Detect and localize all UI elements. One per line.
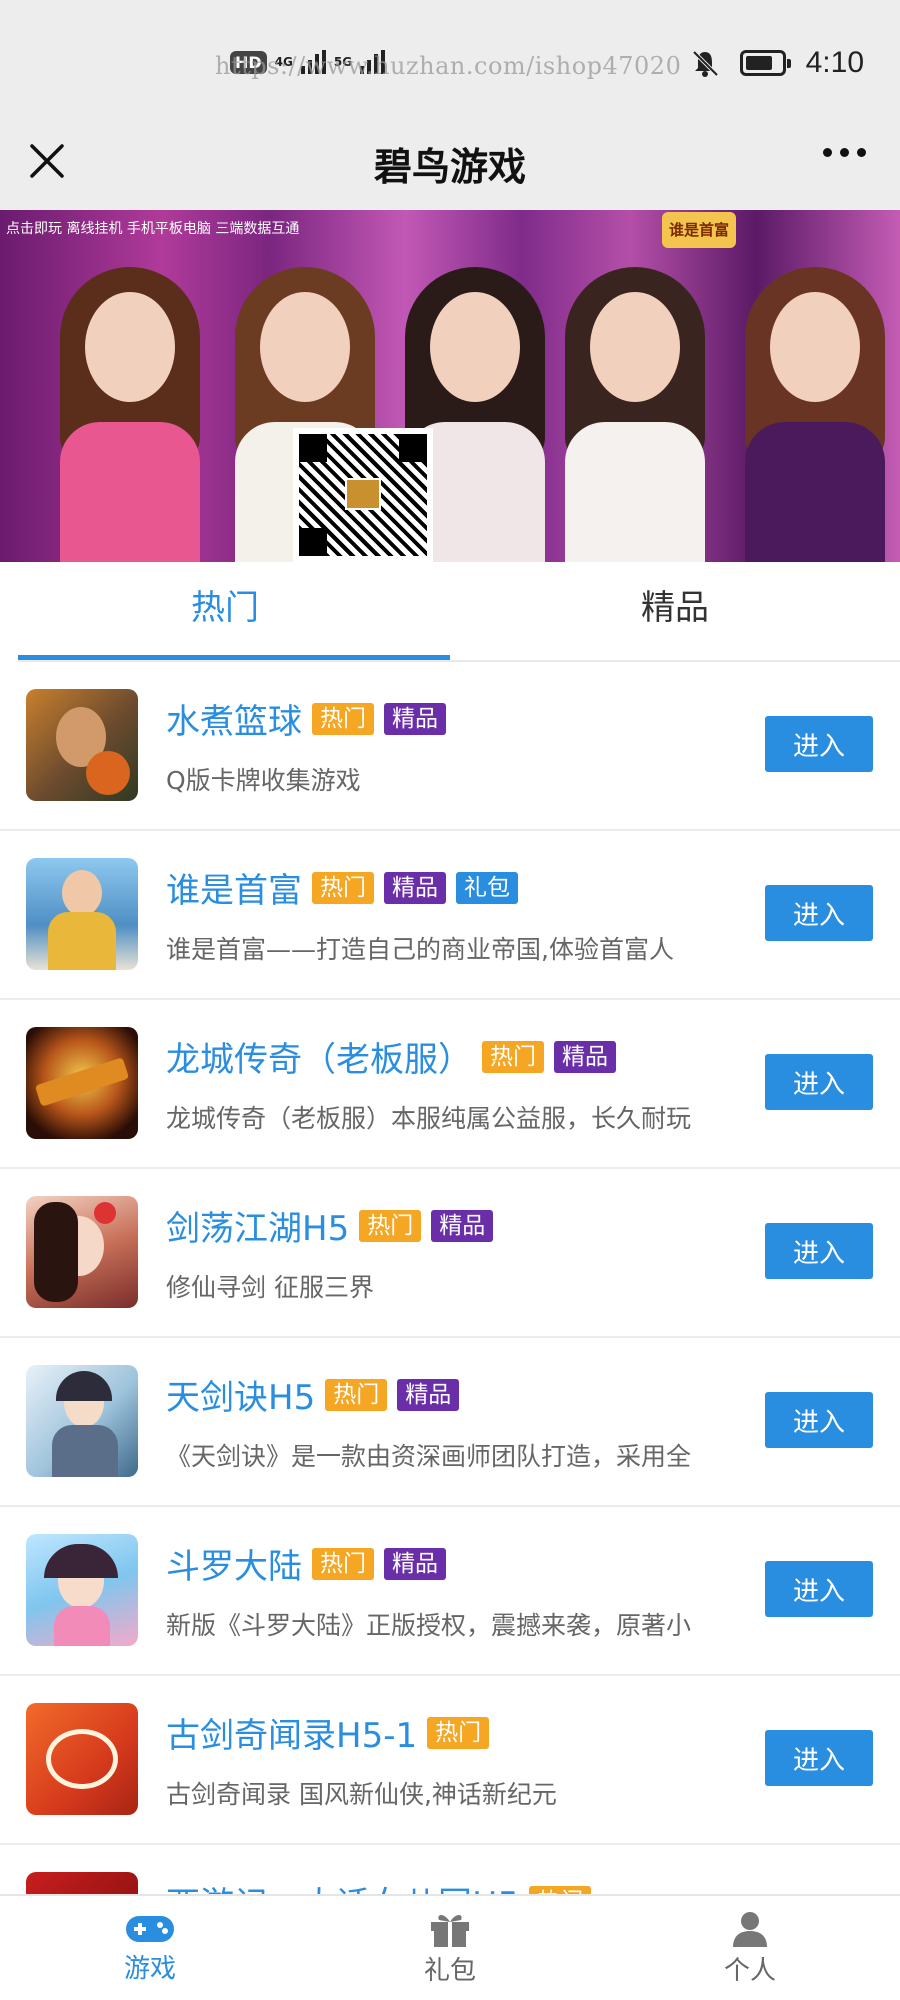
- qr-code: [293, 428, 433, 562]
- tag-featured: 精品: [384, 871, 446, 904]
- tag-featured: 精品: [384, 1547, 446, 1580]
- gamepad-icon: [126, 1915, 174, 1942]
- enter-button[interactable]: 进入: [765, 1730, 873, 1786]
- user-icon: [733, 1911, 767, 1947]
- game-name[interactable]: 水煮篮球: [166, 694, 302, 743]
- game-description: 新版《斗罗大陆》正版授权，震撼来袭，原著小: [166, 1611, 692, 1640]
- bottom-nav-label: 礼包: [423, 1955, 476, 1986]
- game-icon-sky-sword: [26, 1365, 138, 1477]
- game-icon-richest: [26, 858, 138, 970]
- enter-button[interactable]: 进入: [765, 1392, 873, 1448]
- page-title: 碧鸟游戏: [373, 147, 526, 189]
- list-item[interactable]: 水煮篮球 热门 精品 Q版卡牌收集游戏 进入: [0, 662, 900, 831]
- game-icon-douluo: [26, 1534, 138, 1646]
- game-name[interactable]: 剑荡江湖H5: [166, 1201, 349, 1250]
- game-description: 龙城传奇（老板服）本服纯属公益服，长久耐玩: [166, 1104, 692, 1133]
- game-description: 古剑奇闻录 国风新仙侠,神话新纪元: [166, 1780, 557, 1809]
- bottom-nav-label: 个人: [723, 1955, 776, 1986]
- banner-character-1: [40, 252, 220, 562]
- enter-button[interactable]: 进入: [765, 1223, 873, 1279]
- bottom-nav: 游戏 礼包 个人: [0, 1894, 900, 2000]
- tag-hot: 热门: [325, 1378, 388, 1411]
- tag-hot: 热门: [359, 1209, 422, 1242]
- tag-gift: 礼包: [456, 871, 518, 904]
- game-name[interactable]: 龙城传奇（老板服）: [166, 1032, 472, 1081]
- tag-hot: 热门: [427, 1716, 490, 1749]
- tag-hot: 热门: [312, 702, 374, 735]
- banner-character-5: [725, 252, 900, 562]
- list-item[interactable]: 谁是首富 热门 精品 礼包 谁是首富——打造自己的商业帝国,体验首富人 进入: [0, 831, 900, 1000]
- battery-icon: [739, 50, 791, 76]
- list-item[interactable]: 龙城传奇（老板服） 热门 精品 龙城传奇（老板服）本服纯属公益服，长久耐玩 进入: [0, 1000, 900, 1169]
- game-icon-ancient-sword: [26, 1703, 138, 1815]
- promo-banner[interactable]: 点击即玩 离线挂机 手机平板电脑 三端数据互通 谁是首富: [0, 210, 900, 562]
- game-name[interactable]: 谁是首富: [166, 863, 302, 912]
- tab-hot[interactable]: 热门: [0, 562, 450, 662]
- status-bar: HD 4G 5G https://www.huzhan.com/ishop470…: [0, 0, 900, 130]
- game-icon-basketball: [26, 689, 138, 801]
- game-description: 谁是首富——打造自己的商业帝国,体验首富人: [166, 935, 674, 964]
- clock: 4:10: [805, 46, 864, 79]
- tab-featured[interactable]: 精品: [450, 562, 900, 662]
- game-description: Q版卡牌收集游戏: [166, 766, 361, 795]
- tag-hot: 热门: [312, 1547, 374, 1580]
- tag-featured: 精品: [554, 1040, 616, 1073]
- banner-character-4: [545, 252, 725, 562]
- banner-logo: 谁是首富: [662, 212, 736, 248]
- game-list: 水煮篮球 热门 精品 Q版卡牌收集游戏 进入 谁是首富 热门 精品 礼包 谁是首…: [0, 662, 900, 2000]
- banner-promo-text: 点击即玩 离线挂机 手机平板电脑 三端数据互通: [6, 221, 300, 237]
- list-item[interactable]: 古剑奇闻录H5-1 热门 古剑奇闻录 国风新仙侠,神话新纪元 进入: [0, 1676, 900, 1845]
- game-description: 《天剑诀》是一款由资深画师团队打造，采用全: [166, 1442, 692, 1471]
- tag-hot: 热门: [482, 1040, 544, 1073]
- list-item[interactable]: 天剑诀H5 热门 精品 《天剑诀》是一款由资深画师团队打造，采用全 进入: [0, 1338, 900, 1507]
- list-item[interactable]: 剑荡江湖H5 热门 精品 修仙寻剑 征服三界 进入: [0, 1169, 900, 1338]
- enter-button[interactable]: 进入: [765, 716, 873, 772]
- enter-button[interactable]: 进入: [765, 885, 873, 941]
- bottom-nav-gifts[interactable]: 礼包: [300, 1896, 600, 2000]
- tag-featured: 精品: [384, 702, 446, 735]
- gift-icon: [431, 1914, 469, 1947]
- tag-hot: 热门: [312, 871, 374, 904]
- tag-featured: 精品: [431, 1209, 494, 1242]
- game-icon-sword-jianghu: [26, 1196, 138, 1308]
- game-name[interactable]: 古剑奇闻录H5-1: [166, 1708, 417, 1757]
- enter-button[interactable]: 进入: [765, 1054, 873, 1110]
- mute-bell-icon: [692, 50, 719, 77]
- enter-button[interactable]: 进入: [765, 1561, 873, 1617]
- bottom-nav-profile[interactable]: 个人: [600, 1896, 900, 2000]
- nav-header: 碧鸟游戏: [0, 118, 900, 210]
- game-name[interactable]: 天剑诀H5: [166, 1370, 315, 1419]
- url-watermark: https://www.huzhan.com/ishop47020: [215, 52, 682, 80]
- category-tabs: 热门 精品: [0, 562, 900, 662]
- game-description: 修仙寻剑 征服三界: [166, 1273, 374, 1302]
- tag-featured: 精品: [397, 1378, 460, 1411]
- bottom-nav-games[interactable]: 游戏: [0, 1896, 300, 2000]
- list-item[interactable]: 斗罗大陆 热门 精品 新版《斗罗大陆》正版授权，震撼来袭，原著小 进入: [0, 1507, 900, 1676]
- bottom-nav-label: 游戏: [123, 1953, 176, 1984]
- more-icon[interactable]: [823, 148, 866, 157]
- game-icon-dragon-city: [26, 1027, 138, 1139]
- game-name[interactable]: 斗罗大陆: [166, 1539, 302, 1588]
